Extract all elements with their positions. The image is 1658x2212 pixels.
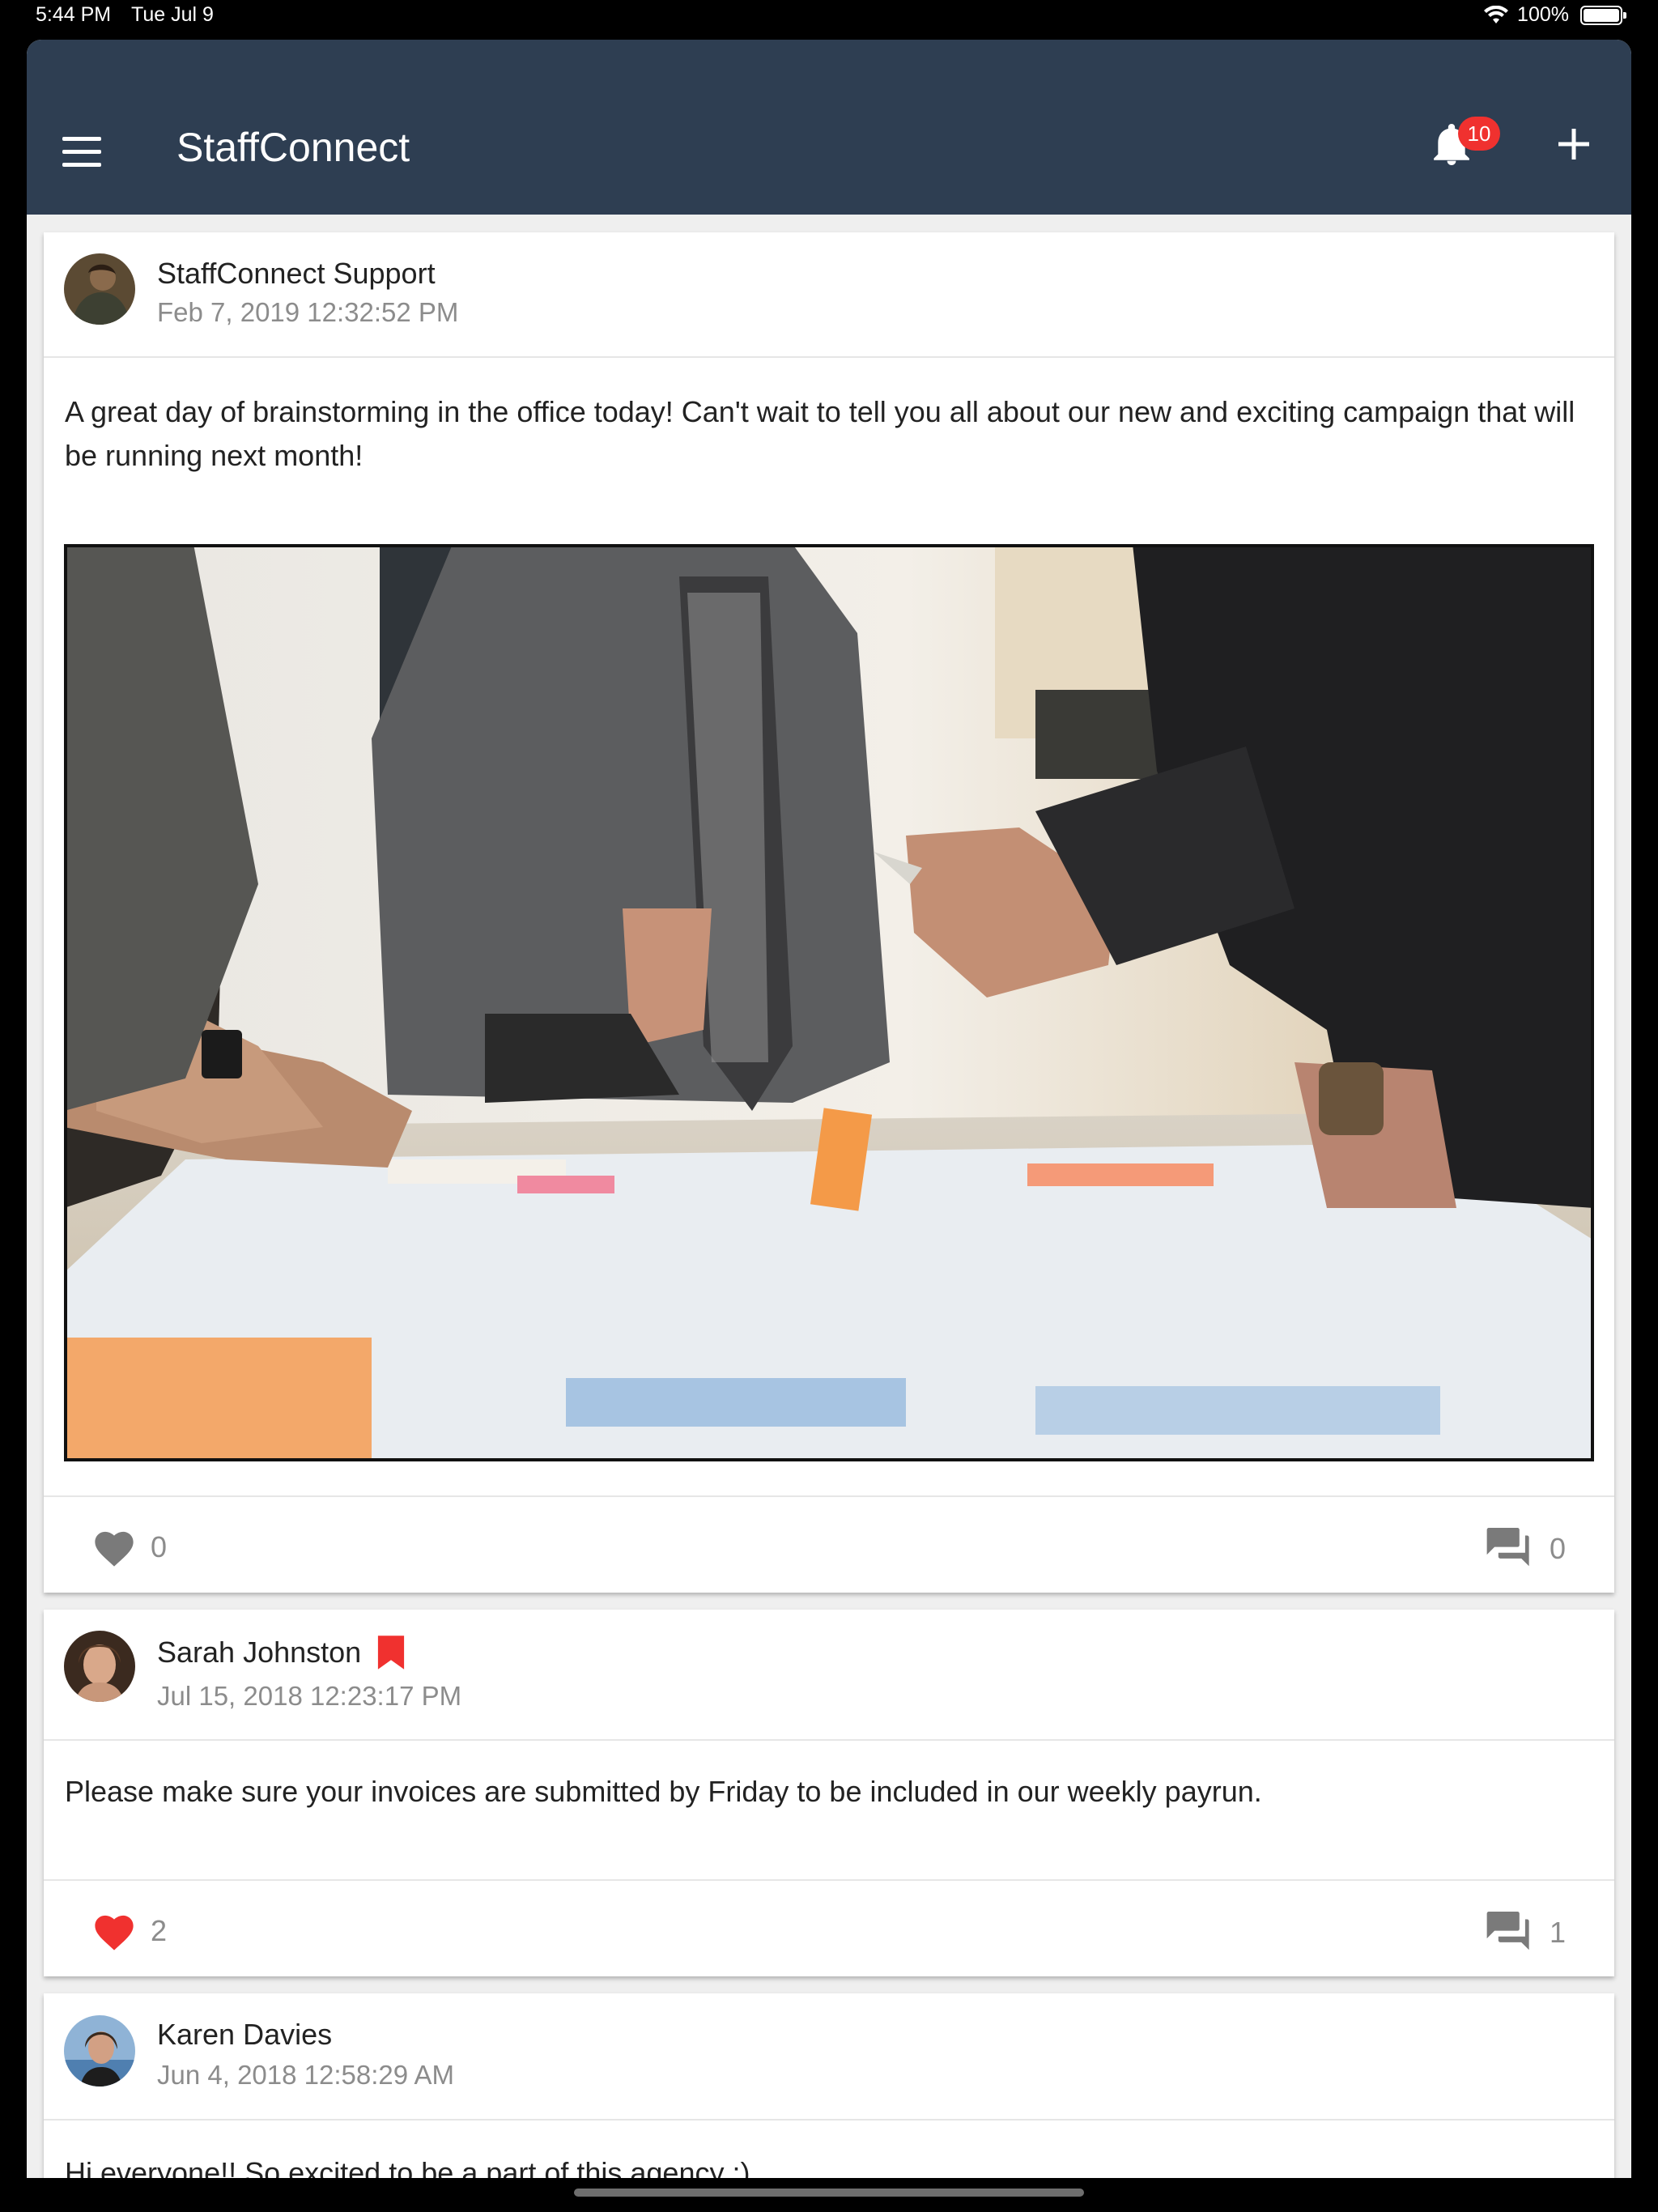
battery-icon (1580, 5, 1626, 25)
add-post-button[interactable] (1557, 127, 1605, 176)
wifi-icon (1484, 5, 1509, 23)
heart-icon (95, 1531, 134, 1567)
post-card: Sarah Johnston Jul 15, 2018 12:23:17 PM … (44, 1610, 1614, 1976)
post-card: Karen Davies Jun 4, 2018 12:58:29 AM Hi … (44, 1993, 1614, 2178)
status-right: 100% (1483, 3, 1626, 27)
app-window: StaffConnect 10 StaffConnect Support Feb… (27, 40, 1631, 2178)
post-timestamp: Jun 4, 2018 12:58:29 AM (157, 2060, 454, 2090)
comment-button[interactable]: 1 (1486, 1912, 1566, 1954)
post-header: StaffConnect Support Feb 7, 2019 12:32:5… (44, 232, 1614, 358)
post-actions: 2 1 (44, 1879, 1614, 1978)
post-author[interactable]: Karen Davies (157, 2018, 332, 2052)
comment-button[interactable]: 0 (1486, 1528, 1566, 1570)
comment-icon (1486, 1528, 1529, 1567)
post-body: Hi everyone!! So excited to be a part of… (65, 2156, 750, 2178)
post-author[interactable]: Sarah Johnston (157, 1634, 406, 1671)
comment-count: 0 (1549, 1532, 1566, 1565)
comment-icon (1486, 1912, 1529, 1950)
post-photo[interactable] (64, 544, 1594, 1461)
status-date: Tue Jul 9 (131, 3, 214, 26)
post-actions: 0 0 (44, 1495, 1614, 1594)
like-button[interactable]: 0 (92, 1528, 167, 1567)
post-author[interactable]: StaffConnect Support (157, 257, 436, 291)
post-body: Please make sure your invoices are submi… (65, 1775, 1262, 1808)
post-header: Sarah Johnston Jul 15, 2018 12:23:17 PM (44, 1610, 1614, 1741)
post-header: Karen Davies Jun 4, 2018 12:58:29 AM (44, 1993, 1614, 2121)
status-bar: 5:44 PM Tue Jul 9 100% (0, 0, 1658, 39)
post-card: StaffConnect Support Feb 7, 2019 12:32:5… (44, 232, 1614, 1593)
bookmark-icon (378, 1636, 405, 1670)
like-button[interactable]: 2 (92, 1912, 167, 1950)
like-count: 2 (151, 1914, 168, 1947)
battery-percent: 100% (1517, 3, 1569, 26)
avatar[interactable] (64, 1631, 135, 1702)
plus-icon (1558, 129, 1589, 160)
home-indicator[interactable] (574, 2189, 1084, 2197)
status-time: 5:44 PM (36, 3, 112, 26)
heart-icon (95, 1915, 134, 1950)
author-name: Karen Davies (157, 2018, 333, 2051)
author-name: StaffConnect Support (157, 257, 436, 290)
app-bar: StaffConnect 10 (27, 40, 1631, 215)
post-timestamp: Jul 15, 2018 12:23:17 PM (157, 1681, 462, 1711)
post-body: A great day of brainstorming in the offi… (65, 395, 1575, 472)
notification-badge: 10 (1458, 117, 1500, 151)
post-timestamp: Feb 7, 2019 12:32:52 PM (157, 297, 459, 327)
avatar[interactable] (64, 253, 135, 325)
comment-count: 1 (1549, 1916, 1566, 1949)
avatar[interactable] (64, 2015, 135, 2087)
app-title: StaffConnect (176, 125, 410, 170)
like-count: 0 (151, 1530, 168, 1563)
author-name: Sarah Johnston (157, 1636, 362, 1669)
menu-button[interactable] (62, 137, 108, 177)
